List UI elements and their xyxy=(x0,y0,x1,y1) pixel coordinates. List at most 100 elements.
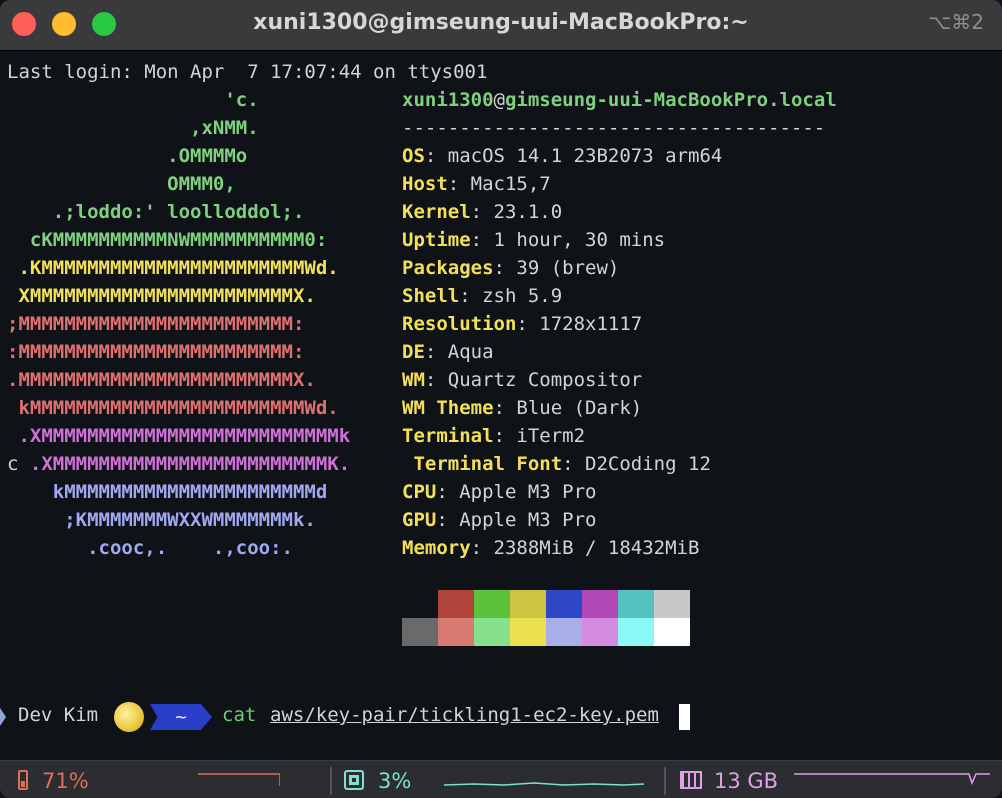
ascii-logo-line: ,xNMM. xyxy=(7,117,259,139)
ascii-logo-line: .cooc,. .,coo:. xyxy=(7,537,293,559)
info-label: OS xyxy=(402,145,425,167)
info-label: WM Theme xyxy=(402,397,494,419)
info-label: Shell xyxy=(402,285,460,307)
ascii-logo-line: OMMM0, xyxy=(7,173,236,195)
battery-sparkline xyxy=(198,773,280,786)
status-divider xyxy=(330,767,332,795)
at-sign: @ xyxy=(493,89,505,111)
ascii-logo-line: .MMMMMMMMMMMMMMMMMMMMMMMMX. xyxy=(7,369,316,391)
info-value: 23.1.0 xyxy=(482,201,563,223)
ascii-logo-line: .KMMMMMMMMMMMMMMMMMMMMMMMWd. xyxy=(7,257,339,279)
color-swatch xyxy=(618,590,654,618)
info-colon: : xyxy=(493,257,505,279)
battery-status: 71% xyxy=(18,769,89,793)
info-label: Terminal Font xyxy=(402,453,563,475)
info-colon: : xyxy=(493,397,505,419)
info-colon: : xyxy=(470,537,483,559)
info-value: D2Coding 12 xyxy=(573,453,711,475)
last-login-line: Last login: Mon Apr 7 17:07:44 on ttys00… xyxy=(7,61,488,83)
info-value: Apple M3 Pro xyxy=(447,481,597,503)
color-swatch xyxy=(618,618,654,646)
info-row: Memory: 2388MiB / 18432MiB xyxy=(402,534,699,562)
info-row: CPU: Apple M3 Pro xyxy=(402,478,597,506)
info-value: 1728x1117 xyxy=(527,313,643,335)
cpu-sparkline xyxy=(444,782,644,786)
cpu-status: 3% xyxy=(344,769,411,793)
info-value: Quartz Compositor xyxy=(436,369,643,391)
info-row: GPU: Apple M3 Pro xyxy=(402,506,597,534)
info-label: WM xyxy=(402,369,425,391)
info-label: Kernel xyxy=(402,201,471,223)
info-colon: : xyxy=(424,369,437,391)
info-colon: : xyxy=(470,229,483,251)
shell-prompt[interactable]: Dev Kim ~ cat aws/key-pair/tickling1-ec2… xyxy=(0,702,1002,732)
color-swatch xyxy=(438,590,474,618)
memory-value: 13 GB xyxy=(714,769,779,793)
ascii-logo-line: XMMMMMMMMMMMMMMMMMMMMMMMX. xyxy=(7,285,316,307)
command-name: cat xyxy=(222,704,257,726)
info-colon: : xyxy=(436,481,448,503)
cpu-value: 3% xyxy=(378,769,412,793)
info-colon: : xyxy=(447,173,460,195)
user-name: xuni1300 xyxy=(402,89,494,111)
info-row: DE: Aqua xyxy=(402,338,494,366)
ascii-logo-line: .XMMMMMMMMMMMMMMMMMMMMMMMMK. xyxy=(7,453,351,475)
info-label: Host xyxy=(402,173,448,195)
info-colon: : xyxy=(470,201,483,223)
color-swatch xyxy=(402,590,438,618)
info-value: 1 hour, 30 mins xyxy=(482,229,666,251)
moon-icon xyxy=(114,702,144,732)
info-row: WM Theme: Blue (Dark) xyxy=(402,394,642,422)
info-colon: : xyxy=(516,313,528,335)
ascii-logo-line: .;loddo:' loolloddol;. xyxy=(7,201,305,223)
info-value: 2388MiB / 18432MiB xyxy=(482,537,700,559)
info-colon: : xyxy=(436,509,448,531)
ascii-logo-line: kMMMMMMMMMMMMMMMMMMMMMMMMWd. xyxy=(7,397,339,419)
info-colon: : xyxy=(424,145,437,167)
info-row: Packages: 39 (brew) xyxy=(402,254,619,282)
info-value: zsh 5.9 xyxy=(470,285,563,307)
info-value: macOS 14.1 23B2073 arm64 xyxy=(436,145,723,167)
info-value: Blue (Dark) xyxy=(504,397,643,419)
info-colon: : xyxy=(493,425,505,447)
info-row: Resolution: 1728x1117 xyxy=(402,310,642,338)
ascii-logo-line: :MMMMMMMMMMMMMMMMMMMMMMMM: xyxy=(7,341,305,363)
info-row: OS: macOS 14.1 23B2073 arm64 xyxy=(402,142,722,170)
window-shortcut: ⌥⌘2 xyxy=(928,10,984,34)
status-divider xyxy=(664,767,666,795)
info-row: Terminal: iTerm2 xyxy=(402,422,585,450)
terminal-output[interactable]: Last login: Mon Apr 7 17:07:44 on ttys00… xyxy=(0,58,1002,758)
ascii-logo-line: kMMMMMMMMMMMMMMMMMMMMMMd xyxy=(7,481,328,503)
user-host-line: xuni1300@gimseung-uui-MacBookPro.local xyxy=(402,86,837,114)
info-colon: : xyxy=(562,453,574,475)
color-swatch xyxy=(654,618,690,646)
title-divider xyxy=(0,50,1002,51)
text-cursor xyxy=(679,704,690,730)
prompt-directory: ~ xyxy=(150,704,212,730)
color-swatch xyxy=(474,618,510,646)
color-swatch xyxy=(438,618,474,646)
color-swatch xyxy=(654,590,690,618)
host-name: gimseung-uui-MacBookPro.local xyxy=(504,89,837,111)
info-label: Uptime xyxy=(402,229,471,251)
ascii-logo-line: cKMMMMMMMMMMNWMMMMMMMMMM0: xyxy=(7,229,328,251)
info-label: Terminal xyxy=(402,425,494,447)
color-swatch xyxy=(510,590,546,618)
color-swatch xyxy=(510,618,546,646)
color-swatch xyxy=(546,590,582,618)
prompt-arrow-icon xyxy=(0,708,6,726)
color-swatch xyxy=(582,618,618,646)
title-bar[interactable]: xuni1300@gimseung-uui-MacBookPro:~ ⌥⌘2 xyxy=(0,0,1002,50)
info-row: Uptime: 1 hour, 30 mins xyxy=(402,226,665,254)
info-label: DE xyxy=(402,341,425,363)
info-row: WM: Quartz Compositor xyxy=(402,366,642,394)
info-label: Packages xyxy=(402,257,494,279)
color-swatch xyxy=(582,590,618,618)
terminal-window: xuni1300@gimseung-uui-MacBookPro:~ ⌥⌘2 L… xyxy=(0,0,1002,798)
prompt-user: Dev Kim xyxy=(18,704,99,726)
info-value: Aqua xyxy=(436,341,494,363)
stray-char: c xyxy=(7,453,19,475)
ascii-logo-line: 'c. xyxy=(7,89,259,111)
info-row: Host: Mac15,7 xyxy=(402,170,551,198)
color-swatch xyxy=(402,618,438,646)
